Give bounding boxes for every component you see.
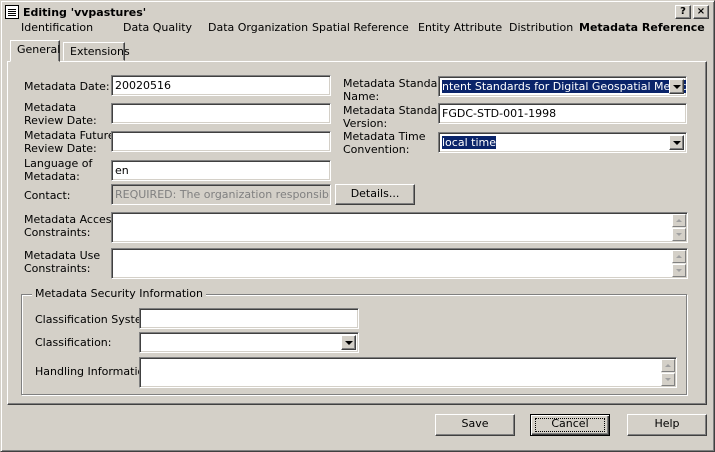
standard-version-field[interactable]: FGDC-STD-001-1998 (438, 103, 687, 124)
contact-label: Contact: (24, 189, 71, 202)
scroll-down-icon[interactable] (661, 373, 675, 386)
contact-details-label: Details... (350, 187, 400, 200)
handling-textarea[interactable] (139, 357, 677, 388)
standard-name-label-2: Name: (343, 90, 380, 103)
vertical-scrollbar[interactable] (672, 250, 686, 277)
standard-name-select[interactable]: ntent Standards for Digital Geospatial M… (438, 76, 687, 97)
language-label-1: Language of (24, 157, 93, 170)
review-date-field[interactable] (111, 103, 331, 124)
language-label-2: Metadata: (24, 170, 80, 183)
metadata-date-label: Metadata Date: (24, 80, 110, 93)
use-constraints-label-2: Constraints: (24, 262, 91, 275)
save-button[interactable]: Save (435, 414, 515, 436)
access-constraints-textarea[interactable] (111, 212, 688, 243)
standard-version-label-1: Metadata Standard (343, 104, 449, 117)
time-convention-value: local time (442, 136, 496, 149)
standard-name-label-1: Metadata Standard (343, 77, 449, 90)
vertical-scrollbar[interactable] (661, 359, 675, 386)
security-group-title: Metadata Security Information (32, 287, 206, 300)
future-review-date-label-2: Review Date: (24, 142, 97, 155)
cancel-button[interactable]: Cancel (530, 414, 610, 436)
help-button[interactable]: Help (627, 414, 707, 436)
save-button-label: Save (461, 417, 489, 430)
classification-label: Classification: (35, 336, 112, 349)
use-constraints-label-1: Metadata Use (24, 249, 101, 262)
language-field[interactable]: en (111, 160, 331, 181)
future-review-date-field[interactable] (111, 131, 331, 152)
chevron-down-icon[interactable] (341, 335, 356, 350)
scroll-down-icon[interactable] (672, 264, 686, 277)
time-convention-select[interactable]: local time (438, 132, 687, 153)
review-date-label-2: Review Date: (24, 114, 97, 127)
scroll-up-icon[interactable] (672, 250, 686, 263)
classification-system-label: Classification System: (35, 313, 157, 326)
chevron-down-icon[interactable] (669, 135, 684, 150)
time-convention-label-1: Metadata Time (343, 130, 426, 143)
classification-system-field[interactable] (139, 308, 359, 329)
future-review-date-label-1: Metadata Future (24, 129, 115, 142)
chevron-down-icon[interactable] (669, 79, 684, 94)
contact-details-button[interactable]: Details... (335, 184, 415, 205)
review-date-label-1: Metadata (24, 101, 77, 114)
scroll-up-icon[interactable] (661, 359, 675, 372)
contact-field: REQUIRED: The organization responsible f… (111, 184, 331, 205)
metadata-date-field[interactable]: 20020516 (111, 75, 331, 96)
access-constraints-label-2: Constraints: (24, 226, 91, 239)
focus-rect (535, 418, 605, 432)
scroll-up-icon[interactable] (672, 214, 686, 227)
handling-label: Handling Information: (35, 365, 155, 378)
standard-version-label-2: Version: (343, 117, 388, 130)
time-convention-label-2: Convention: (343, 143, 410, 156)
standard-name-value: ntent Standards for Digital Geospatial M… (442, 80, 686, 93)
access-constraints-label-1: Metadata Access (24, 213, 118, 226)
scroll-down-icon[interactable] (672, 228, 686, 241)
vertical-scrollbar[interactable] (672, 214, 686, 241)
classification-select[interactable] (139, 332, 359, 353)
use-constraints-textarea[interactable] (111, 248, 688, 279)
form-layer: Metadata Date: 20020516 Metadata Review … (0, 0, 715, 452)
help-button-label: Help (654, 417, 680, 430)
